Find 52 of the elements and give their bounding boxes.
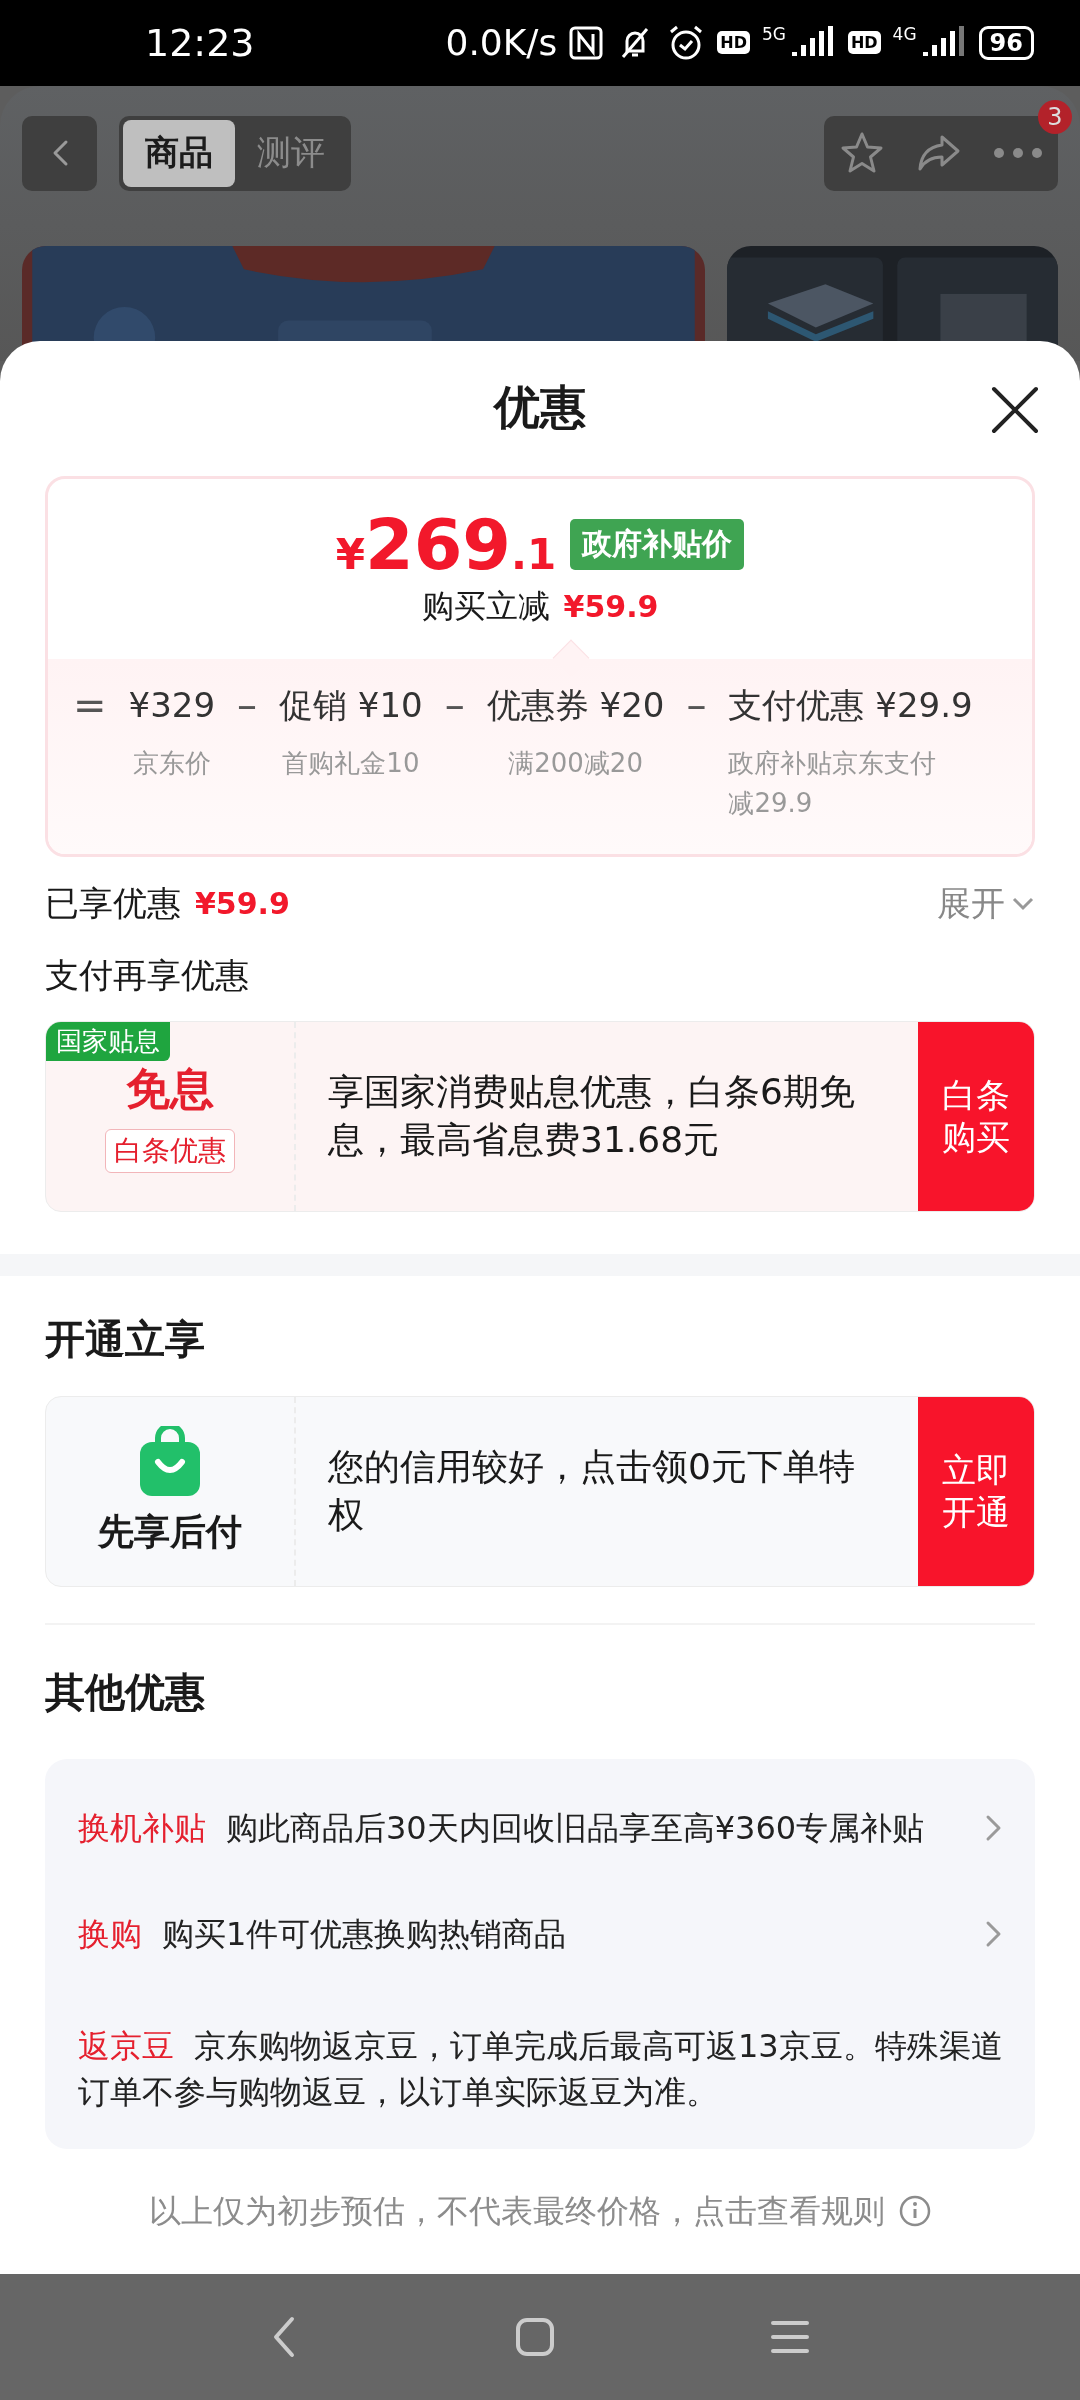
operator-sign: –	[686, 681, 707, 730]
hd-badge: HD	[847, 31, 881, 55]
price-note: 首购礼金10	[282, 747, 420, 780]
price-component: 支付优惠 ¥29.9	[728, 684, 973, 727]
nfc-icon	[569, 26, 604, 60]
home-icon[interactable]	[515, 2316, 555, 2357]
shopping-bag-icon	[138, 1426, 202, 1499]
status-time: 12:23	[145, 21, 255, 65]
ribbon-label: 国家贴息	[46, 1021, 170, 1061]
reduction-label: 购买立减	[421, 586, 550, 627]
page-tab[interactable]: 测评	[235, 120, 347, 187]
menu-icon[interactable]	[770, 2318, 810, 2355]
offer-row-text: 返京豆 京东购物返京豆，订单完成后最高可返13京豆。特殊渠道订单不参与购物返豆，以订单实际返豆为准。	[77, 2025, 1004, 2113]
sheet-title: 优惠	[494, 379, 586, 437]
offer-headline: 先享后付	[98, 1510, 242, 1555]
buy-button[interactable]: 白条购买	[918, 1021, 1034, 1211]
enjoyed-label: 已享优惠	[45, 882, 181, 926]
operator-sign: –	[444, 681, 465, 730]
battery-level: 96	[978, 26, 1034, 60]
offer-headline: 免息	[126, 1061, 214, 1116]
final-price: ¥269.1	[335, 507, 557, 583]
reduction-value: ¥59.9	[563, 588, 659, 626]
section-title: 开通立享	[45, 1315, 205, 1362]
section-title: 支付再享优惠	[45, 955, 249, 995]
price-note: 政府补贴京东支付减29.9	[728, 747, 938, 820]
operator-sign: =	[73, 681, 107, 730]
chevron-down-icon	[1011, 896, 1035, 912]
offer-description: 您的信用较好，点击领0元下单特权	[328, 1444, 856, 1538]
network-speed: 0.0K/s	[445, 22, 558, 64]
network-type: 4G	[892, 24, 917, 44]
info-icon	[899, 2195, 931, 2228]
offer-tag: 白条优惠	[105, 1128, 235, 1173]
subsidy-tag: 政府补贴价	[570, 519, 745, 571]
price-component: ¥329	[128, 684, 216, 727]
price-component: 优惠券 ¥20	[486, 684, 665, 727]
page-tab[interactable]: 商品	[123, 120, 235, 187]
enjoyed-value: ¥59.9	[195, 884, 290, 923]
section-title: 其他优惠	[45, 1668, 205, 1715]
offer-description: 享国家消费贴息优惠，白条6期免息，最高省息费31.68元	[328, 1069, 856, 1163]
notification-badge: 3	[1038, 100, 1072, 134]
price-note: 京东价	[132, 747, 211, 780]
operator-sign: –	[237, 681, 258, 730]
activate-button[interactable]: 立即开通	[918, 1396, 1034, 1586]
price-component: 促销 ¥10	[279, 684, 423, 727]
disclaimer-link[interactable]: 以上仅为初步预估，不代表最终价格，点击查看规则	[149, 2189, 885, 2233]
more-icon[interactable]	[992, 147, 1043, 160]
price-note: 满200减20	[508, 747, 643, 780]
network-type: 5G	[761, 24, 786, 44]
offer-link[interactable]: 换机补贴 购此商品后30天内回收旧品享至高¥360专属补贴	[45, 1774, 1035, 1881]
expand-button[interactable]: 展开	[937, 881, 1035, 927]
offer-link[interactable]: 换购 购买1件可优惠换购热销商品	[45, 1880, 1035, 1987]
hd-badge: HD	[717, 31, 750, 55]
